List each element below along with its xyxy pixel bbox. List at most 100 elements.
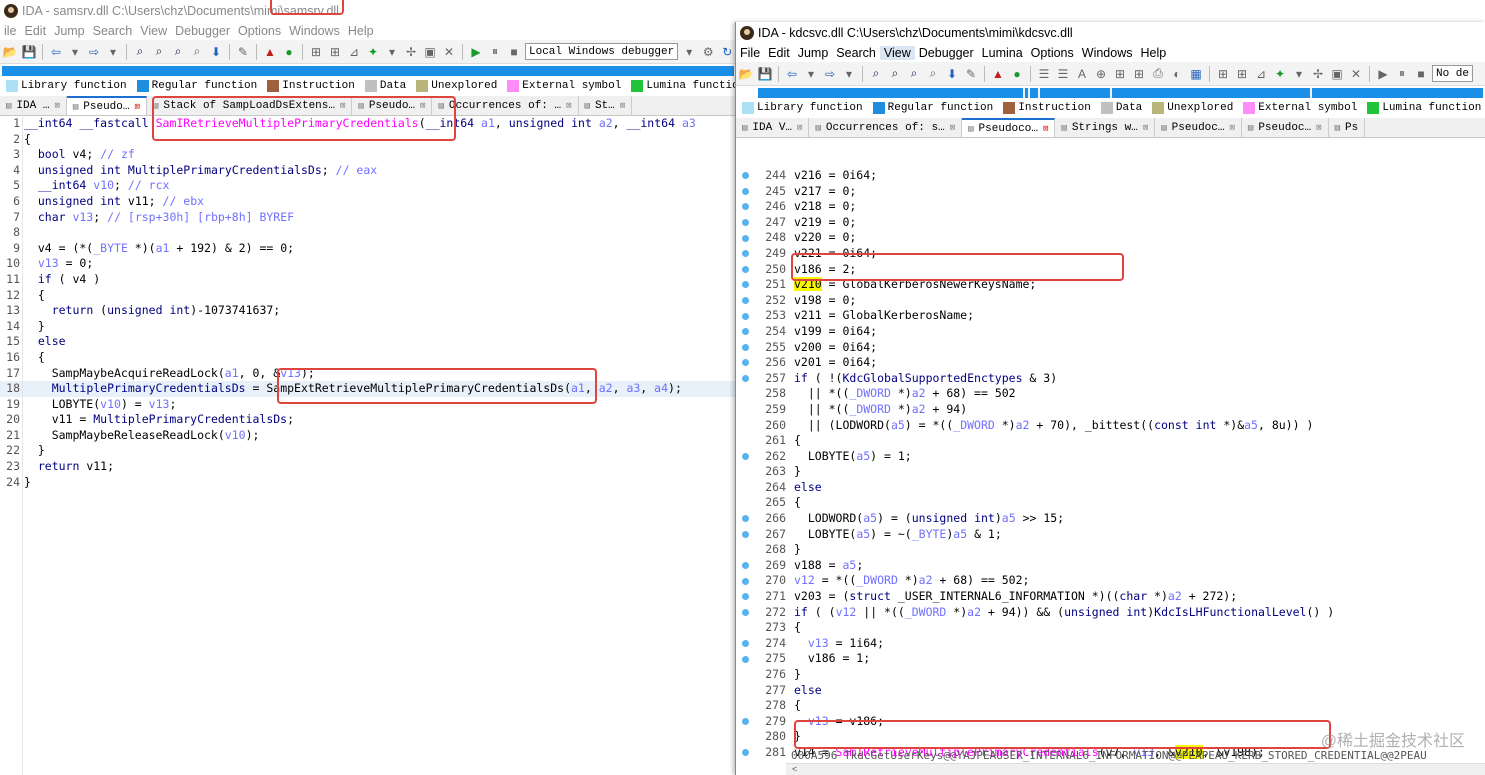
- breakpoint-gutter[interactable]: [736, 449, 754, 465]
- code-line[interactable]: 271 v203 = (struct _USER_INTERNAL6_INFORM…: [736, 589, 1485, 605]
- breakpoint-gutter[interactable]: [736, 277, 754, 293]
- code-line[interactable]: 245 v217 = 0;: [736, 184, 1485, 200]
- menu-windows[interactable]: Windows: [1078, 46, 1137, 60]
- menu-edit[interactable]: Edit: [764, 46, 794, 60]
- breakpoint-dot-icon[interactable]: [741, 577, 749, 585]
- breakpoint-dot-icon[interactable]: [741, 718, 749, 726]
- code-line[interactable]: 253 v211 = GlobalKerberosName;: [736, 308, 1485, 324]
- breakpoint-dot-icon[interactable]: [741, 187, 749, 195]
- code-line[interactable]: 275 v186 = 1;: [736, 651, 1485, 667]
- menu-ile[interactable]: ile: [0, 24, 21, 38]
- breakpoint-dot-icon[interactable]: [741, 452, 749, 460]
- search-icon[interactable]: ⌕: [189, 44, 205, 60]
- breakpoint-gutter[interactable]: [736, 589, 754, 605]
- code-line[interactable]: 21 SampMaybeReleaseReadLock(v10);: [0, 428, 736, 444]
- breakpoint-gutter[interactable]: [736, 558, 754, 574]
- breakpoint-gutter[interactable]: [736, 605, 754, 621]
- image-icon[interactable]: ▣: [422, 44, 438, 60]
- code-line[interactable]: 262 LOBYTE(a5) = 1;: [736, 449, 1485, 465]
- plugin-icon[interactable]: ✦: [365, 44, 381, 60]
- breakpoint-gutter[interactable]: [736, 230, 754, 246]
- menu-help[interactable]: Help: [1136, 46, 1170, 60]
- breakpoint-gutter[interactable]: [736, 371, 754, 387]
- link-icon[interactable]: ✢: [403, 44, 419, 60]
- menu-jump[interactable]: Jump: [794, 46, 833, 60]
- debug-settings-icon[interactable]: ⚙: [700, 44, 716, 60]
- code-line[interactable]: 2{: [0, 132, 736, 148]
- code-line[interactable]: 254 v199 = 0i64;: [736, 324, 1485, 340]
- code-line[interactable]: 261 {: [736, 433, 1485, 449]
- code-line[interactable]: 257 if ( !(KdcGlobalSupportedEnctypes & 3…: [736, 371, 1485, 387]
- breakpoint-gutter[interactable]: [736, 168, 754, 184]
- code-line[interactable]: 247 v219 = 0;: [736, 215, 1485, 231]
- code-line[interactable]: 5 __int64 v10; // rcx: [0, 178, 736, 194]
- tool-icon[interactable]: ✎: [235, 44, 251, 60]
- chart-icon[interactable]: ⊞: [308, 44, 324, 60]
- breakpoint-gutter[interactable]: [736, 184, 754, 200]
- breakpoint-dot-icon[interactable]: [741, 359, 749, 367]
- chart-icon[interactable]: ⊞: [327, 44, 343, 60]
- breakpoint-dot-icon[interactable]: [741, 297, 749, 305]
- code-line[interactable]: 260 || (LODWORD(a5) = *((_DWORD *)a2 + 7…: [736, 418, 1485, 434]
- breakpoint-dot-icon[interactable]: [741, 312, 749, 320]
- tab-close-icon[interactable]: ⊠: [420, 101, 425, 111]
- menu-options[interactable]: Options: [1027, 46, 1078, 60]
- palette-icon[interactable]: ◐: [1169, 66, 1185, 82]
- menu-lumina[interactable]: Lumina: [978, 46, 1027, 60]
- code-line[interactable]: 255 v200 = 0i64;: [736, 340, 1485, 356]
- tab[interactable]: ▤ Pseudoc… ⊠: [1155, 118, 1242, 137]
- code-line[interactable]: 258 || *((_DWORD *)a2 + 68) == 502: [736, 386, 1485, 402]
- code-line[interactable]: 244 v216 = 0i64;: [736, 168, 1485, 184]
- menu-jump[interactable]: Jump: [50, 24, 89, 38]
- breakpoint-dot-icon[interactable]: [741, 234, 749, 242]
- code-line[interactable]: 259 || *((_DWORD *)a2 + 94): [736, 402, 1485, 418]
- code-line[interactable]: 274 v13 = 1i64;: [736, 636, 1485, 652]
- code-line[interactable]: 17 SampMaybeAcquireReadLock(a1, 0, &v13)…: [0, 366, 736, 382]
- warning-icon[interactable]: ▲: [262, 44, 278, 60]
- code-line[interactable]: 252 v198 = 0;: [736, 293, 1485, 309]
- tab-close-icon[interactable]: ⊠: [1043, 124, 1048, 134]
- breakpoint-gutter[interactable]: [736, 215, 754, 231]
- code-line[interactable]: 256 v201 = 0i64;: [736, 355, 1485, 371]
- dropdown-arrow-icon[interactable]: ▾: [841, 66, 857, 82]
- green-circle-icon[interactable]: ●: [281, 44, 297, 60]
- tab-close-icon[interactable]: ⊠: [1229, 123, 1234, 133]
- tab-close-icon[interactable]: ⊠: [566, 101, 571, 111]
- breakpoint-gutter[interactable]: [736, 651, 754, 667]
- forward-arrow-icon[interactable]: ⇨: [86, 44, 102, 60]
- breakpoint-dot-icon[interactable]: [741, 593, 749, 601]
- breakpoint-gutter[interactable]: [736, 714, 754, 730]
- code-line[interactable]: 18 MultiplePrimaryCredentialsDs = SampEx…: [0, 381, 736, 397]
- menu-search[interactable]: Search: [832, 46, 880, 60]
- chart-icon[interactable]: ⊞: [1215, 66, 1231, 82]
- menu-search[interactable]: Search: [89, 24, 137, 38]
- breakpoint-gutter[interactable]: [736, 729, 754, 745]
- code-line[interactable]: 278 {: [736, 698, 1485, 714]
- breakpoint-dot-icon[interactable]: [741, 265, 749, 273]
- breakpoint-dot-icon[interactable]: [741, 203, 749, 211]
- open-folder-icon[interactable]: 📂: [738, 66, 754, 82]
- tab[interactable]: ▤ Occurrences of: … ⊠: [432, 96, 579, 115]
- code-line[interactable]: 19 LOBYTE(v10) = v13;: [0, 397, 736, 413]
- dropdown-arrow-icon[interactable]: ▾: [803, 66, 819, 82]
- breakpoint-gutter[interactable]: [736, 308, 754, 324]
- breakpoint-gutter[interactable]: [736, 698, 754, 714]
- list-icon[interactable]: ☰: [1036, 66, 1052, 82]
- breakpoint-gutter[interactable]: [736, 293, 754, 309]
- open-folder-icon[interactable]: 📂: [2, 44, 18, 60]
- tab[interactable]: ▤ Strings w… ⊠: [1055, 118, 1156, 137]
- play-icon[interactable]: ▶: [1375, 66, 1391, 82]
- code-line[interactable]: 10 v13 = 0;: [0, 256, 736, 272]
- breakpoint-gutter[interactable]: [736, 620, 754, 636]
- grid-icon[interactable]: ⊞: [1131, 66, 1147, 82]
- breakpoint-dot-icon[interactable]: [741, 749, 749, 757]
- menu-help[interactable]: Help: [344, 24, 378, 38]
- code-line[interactable]: 263}: [736, 464, 1485, 480]
- breakpoint-dot-icon[interactable]: [741, 281, 749, 289]
- tab-close-icon[interactable]: ⊠: [135, 102, 140, 112]
- code-line[interactable]: 266 LODWORD(a5) = (unsigned int)a5 >> 15…: [736, 511, 1485, 527]
- code-line[interactable]: 264 else: [736, 480, 1485, 496]
- text-search-icon[interactable]: ⌕: [151, 44, 167, 60]
- menu-file[interactable]: File: [736, 46, 764, 60]
- code-line[interactable]: 6 unsigned int v11; // ebx: [0, 194, 736, 210]
